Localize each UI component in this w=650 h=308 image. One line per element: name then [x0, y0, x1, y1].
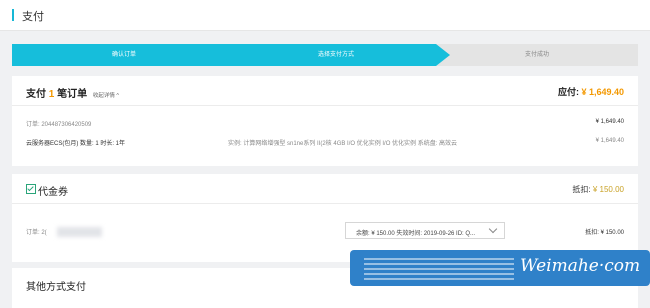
- voucher-card: 代金券 抵扣: ¥ 150.00 订单: 2( 余额: ¥ 150.00 失效时…: [12, 174, 638, 262]
- voucher-select[interactable]: 余额: ¥ 150.00 失效时间: 2019-09-26 ID: Q...: [345, 222, 505, 239]
- step-payment-success: 支付成功: [436, 44, 638, 66]
- product-summary: 云服务器ECS(包月) 数量: 1 时长: 1年: [26, 141, 126, 147]
- voucher-row-deduct: 抵扣: ¥ 150.00: [585, 230, 624, 236]
- line-amount: ¥ 1,649.40: [595, 138, 624, 144]
- title-accent-bar: [12, 9, 14, 21]
- divider: [12, 105, 638, 106]
- order-count: 1: [48, 89, 55, 100]
- watermark-stripes: [364, 256, 514, 280]
- page-title: 支付: [22, 11, 44, 23]
- watermark-text: Weimahe·com: [520, 256, 641, 276]
- order-number-label: 订单:: [26, 122, 40, 128]
- voucher-checkbox[interactable]: [26, 184, 36, 194]
- order-heading-suffix: 笔订单: [57, 89, 88, 100]
- progress-steps: 确认订单 选择支付方式 支付成功: [12, 44, 638, 66]
- voucher-order-number: 订单: 2(: [26, 230, 47, 236]
- voucher-deduct: 抵扣: ¥ 150.00: [572, 184, 624, 195]
- voucher-deduct-value: ¥ 150.00: [592, 185, 624, 194]
- product-spec: 实例: 计算网络增强型 sn1ne系列 II(2核 4GB I/O 优化实例 I…: [228, 141, 458, 147]
- top-bar: 支付: [0, 0, 650, 31]
- watermark: Weimahe·com: [350, 250, 650, 298]
- redacted-order-number: [57, 227, 102, 237]
- voucher-select-value: 余额: ¥ 150.00 失效时间: 2019-09-26 ID: Q...: [356, 231, 476, 237]
- amount-due-label: 应付:: [557, 87, 579, 97]
- step-select-payment: 选择支付方式: [218, 44, 454, 66]
- order-heading-prefix: 支付: [26, 89, 46, 100]
- voucher-deduct-label: 抵扣:: [572, 185, 591, 194]
- step-confirm-order: 确认订单: [12, 44, 236, 66]
- other-payment-title: 其他方式支付: [26, 282, 86, 293]
- order-amount: ¥ 1,649.40: [595, 119, 624, 125]
- collapse-details-link[interactable]: 收起详情 ^: [93, 93, 119, 99]
- amount-due-value: ¥ 1,649.40: [581, 87, 624, 97]
- voucher-title: 代金券: [38, 187, 68, 198]
- chevron-down-icon[interactable]: [488, 224, 498, 234]
- divider: [12, 203, 638, 204]
- order-heading: 支付 1 笔订单 收起详情 ^: [26, 85, 119, 100]
- order-card: 支付 1 笔订单 收起详情 ^ 应付: ¥ 1,649.40 订单: 20448…: [12, 76, 638, 166]
- order-number: 订单: 204487306420509: [26, 119, 91, 128]
- amount-due: 应付: ¥ 1,649.40: [558, 85, 624, 98]
- order-number-value: 204487306420509: [41, 122, 92, 128]
